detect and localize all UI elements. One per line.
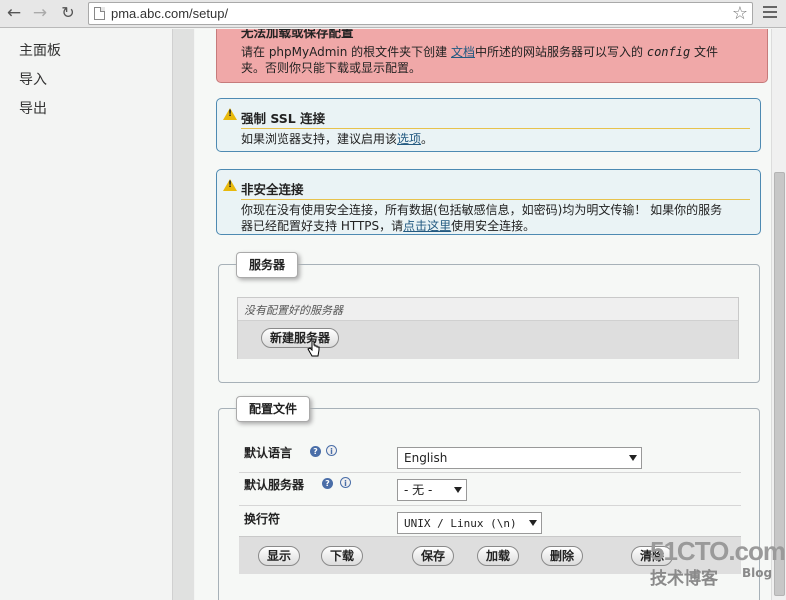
nav-item-import[interactable]: 导入 [19, 69, 47, 89]
eol-label: 换行符 [244, 512, 281, 526]
https-link[interactable]: 点击这里 [403, 219, 451, 233]
eol-value: UNIX / Linux (\n) [404, 517, 517, 530]
default-language-value: English [404, 451, 448, 465]
reload-icon[interactable]: ↻ [58, 3, 78, 23]
info-icon[interactable]: i [340, 477, 351, 488]
docs-link[interactable]: 文档 [451, 45, 475, 59]
config-button-bar: 显示 下载 保存 加载 删除 清除 [239, 536, 741, 574]
chevron-down-icon [454, 487, 462, 493]
servers-legend: 服务器 [236, 252, 299, 278]
insecure-text-post: 使用安全连接。 [451, 219, 536, 233]
new-server-button[interactable]: 新建服务器 [261, 328, 340, 348]
save-button[interactable]: 保存 [412, 546, 455, 566]
insecure-text: 器已经配置好支持 HTTPS，请 [241, 219, 404, 233]
url-text[interactable]: pma.abc.com/setup/ [111, 6, 228, 21]
error-text-mid: 中所述的网站服务器可以写入的 [475, 45, 644, 59]
error-text: 请在 phpMyAdmin 的根文件夹下创建 [241, 45, 448, 59]
left-nav: 主面板 导入 导出 [0, 29, 172, 600]
clear-button[interactable]: 清除 [631, 546, 674, 566]
config-file-fieldset: 配置文件 默认语言 ? i English 默认服务器 ? i - 无 - 换行… [218, 396, 760, 600]
ssl-body: 如果浏览器支持，建议启用该选项。 [241, 131, 750, 147]
error-body: 请在 phpMyAdmin 的根文件夹下创建 文档中所述的网站服务器可以写入的 … [241, 44, 757, 76]
ssl-text-post: 。 [421, 132, 434, 146]
info-icon[interactable]: i [326, 445, 337, 456]
forward-icon[interactable]: → [30, 3, 50, 23]
error-line2: 夹。否则你只能下载或显示配置。 [241, 61, 422, 75]
default-language-select[interactable]: English [397, 447, 642, 469]
chevron-down-icon [529, 520, 537, 526]
page-icon [94, 7, 105, 20]
browser-toolbar: ← → ↻ pma.abc.com/setup/ ☆ [0, 0, 786, 28]
browser-menu-icon[interactable] [763, 6, 777, 20]
help-icon[interactable]: ? [322, 478, 333, 489]
warning-icon [223, 108, 237, 120]
ssl-text: 如果浏览器支持，建议启用该 [241, 132, 398, 146]
config-file-legend: 配置文件 [236, 396, 311, 422]
insecure-title: 非安全连接 [241, 179, 750, 200]
back-icon[interactable]: ← [4, 3, 24, 23]
eol-select[interactable]: UNIX / Linux (\n) [397, 512, 542, 534]
scrollbar-thumb[interactable] [774, 172, 785, 596]
config-code: config [646, 45, 691, 59]
error-title: 无法加载或保存配置 [241, 29, 354, 40]
config-error-message: 无法加载或保存配置 请在 phpMyAdmin 的根文件夹下创建 文档中所述的网… [216, 29, 768, 83]
ssl-option-link[interactable]: 选项 [397, 132, 421, 146]
row-divider [239, 472, 741, 473]
warning-icon [223, 179, 237, 191]
bookmark-star-icon[interactable]: ☆ [732, 3, 748, 24]
download-button[interactable]: 下载 [321, 546, 364, 566]
default-server-select[interactable]: - 无 - [397, 479, 467, 501]
chevron-down-icon [629, 455, 637, 461]
servers-empty-text: 没有配置好的服务器 [244, 304, 343, 317]
error-text-post: 文件 [694, 45, 719, 59]
servers-fieldset: 服务器 没有配置好的服务器 新建服务器 [218, 252, 760, 383]
default-language-label: 默认语言 [244, 446, 293, 460]
nav-item-dashboard[interactable]: 主面板 [19, 40, 61, 60]
delete-button[interactable]: 删除 [541, 546, 584, 566]
address-bar[interactable]: pma.abc.com/setup/ ☆ [88, 2, 753, 25]
insecure-line1: 你现在没有使用安全连接，所有数据(包括敏感信息，如密码)均为明文传输！ 如果你的… [241, 203, 723, 217]
page-scrollbar[interactable] [771, 29, 786, 600]
default-server-label: 默认服务器 [244, 478, 305, 492]
load-button[interactable]: 加载 [477, 546, 520, 566]
nav-item-export[interactable]: 导出 [19, 98, 47, 118]
hand-cursor-icon [307, 340, 320, 357]
main-content: 无法加载或保存配置 请在 phpMyAdmin 的根文件夹下创建 文档中所述的网… [195, 29, 771, 600]
insecure-connection-notice: 非安全连接 你现在没有使用安全连接，所有数据(包括敏感信息，如密码)均为明文传输… [216, 169, 761, 235]
row-divider [239, 505, 741, 506]
nav-gutter [172, 29, 194, 600]
insecure-body: 你现在没有使用安全连接，所有数据(包括敏感信息，如密码)均为明文传输！ 如果你的… [241, 202, 750, 234]
display-button[interactable]: 显示 [258, 546, 301, 566]
ssl-notice: 强制 SSL 连接 如果浏览器支持，建议启用该选项。 [216, 98, 761, 152]
ssl-title: 强制 SSL 连接 [241, 108, 750, 129]
help-icon[interactable]: ? [310, 446, 321, 457]
default-server-value: - 无 - [404, 483, 433, 497]
